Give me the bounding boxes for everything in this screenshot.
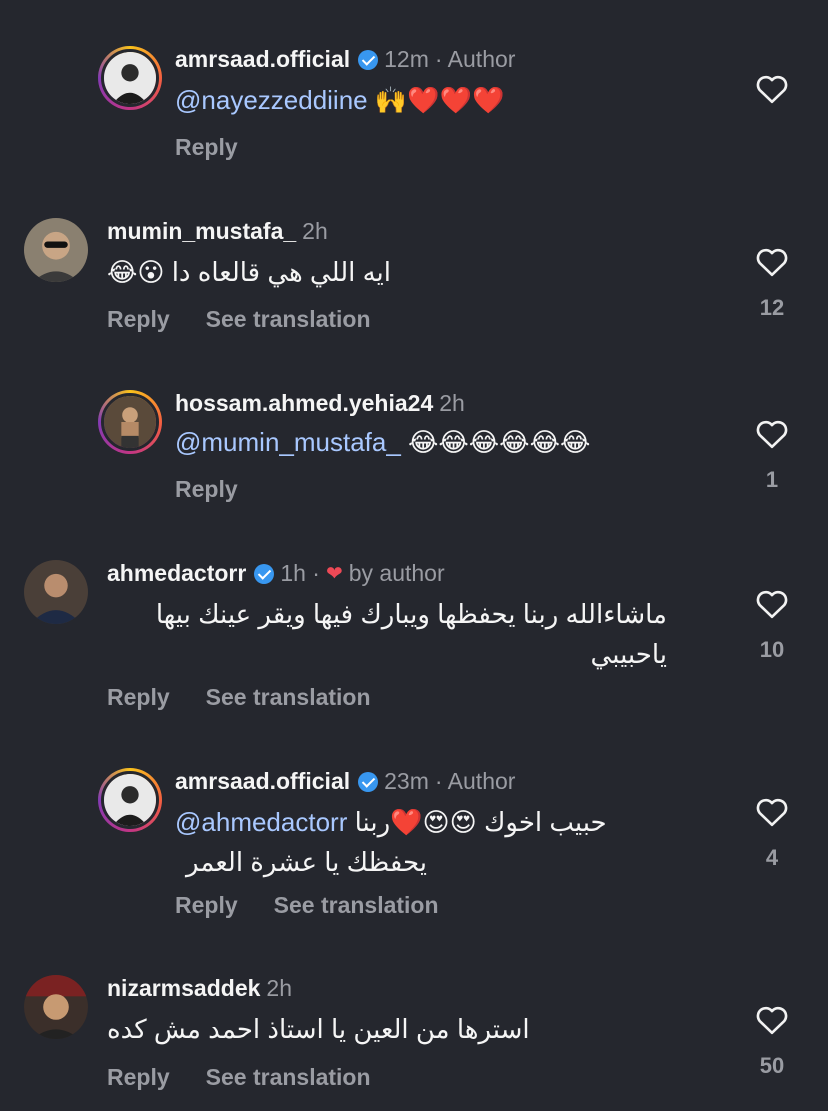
author-tag: · Author xyxy=(434,46,516,72)
heart-outline-icon xyxy=(756,75,788,104)
comment-text: @nayezzeddiine 🙌❤️❤️❤️ xyxy=(175,80,504,120)
comment-text: ماشاءالله ربنا يحفظها ويبارك فيها ويقر ع… xyxy=(107,594,667,674)
username[interactable]: amrsaad.official xyxy=(175,768,350,795)
comment-text: @ahmedactorr حبيب اخوك 😍😍❤️ربنا يحفظك يا… xyxy=(175,802,607,882)
reply-button[interactable]: Reply xyxy=(175,892,238,919)
see-translation-button[interactable]: See translation xyxy=(206,1064,371,1091)
see-translation-button[interactable]: See translation xyxy=(206,684,371,711)
author-tag: · Author xyxy=(434,768,516,794)
reply-button[interactable]: Reply xyxy=(107,306,170,333)
like-button[interactable] xyxy=(752,245,792,277)
like-count: 10 xyxy=(759,637,785,662)
avatar[interactable] xyxy=(24,218,88,282)
comment-text: ايه اللي هي قالعاه دا 😮😂 xyxy=(107,257,391,287)
verified-badge-icon xyxy=(358,49,379,70)
comment-line-2: ياحبيبي xyxy=(590,639,667,669)
liked-by-author: by author xyxy=(348,560,445,586)
reply-button[interactable]: Reply xyxy=(107,1064,170,1091)
heart-outline-icon xyxy=(756,590,788,619)
comment-line-1: ماشاءالله ربنا يحفظها ويبارك فيها ويقر ع… xyxy=(155,599,667,629)
username[interactable]: mumin_mustafa_ xyxy=(107,218,296,245)
timestamp: 2h xyxy=(266,975,292,1001)
avatar[interactable] xyxy=(24,975,88,1039)
comment-text: استرها من العين يا استاذ احمد مش كده xyxy=(107,1014,530,1044)
heart-outline-icon xyxy=(756,798,788,827)
like-button[interactable] xyxy=(752,417,792,449)
heart-outline-icon xyxy=(756,1006,788,1035)
username[interactable]: amrsaad.official xyxy=(175,46,350,73)
verified-badge-icon xyxy=(254,563,275,584)
like-button[interactable] xyxy=(752,587,792,619)
reply-button[interactable]: Reply xyxy=(175,134,238,161)
avatar[interactable] xyxy=(98,390,162,454)
avatar[interactable] xyxy=(24,560,88,624)
comment-line-1: حبيب اخوك 😍😍❤️ربنا xyxy=(354,807,607,837)
see-translation-button[interactable]: See translation xyxy=(274,892,439,919)
like-button[interactable] xyxy=(752,795,792,827)
username[interactable]: nizarmsaddek xyxy=(107,975,260,1002)
comment-text: @mumin_mustafa_ 😂😂😂😂😂😂 xyxy=(175,422,590,462)
avatar[interactable] xyxy=(98,46,162,110)
username[interactable]: ahmedactorr xyxy=(107,560,246,587)
like-count: 50 xyxy=(759,1053,785,1078)
reply-button[interactable]: Reply xyxy=(175,476,238,503)
username[interactable]: hossam.ahmed.yehia24 xyxy=(175,390,433,417)
author-heart-icon: ❤ xyxy=(325,563,343,585)
mention-link[interactable]: @ahmedactorr xyxy=(175,807,347,837)
like-button[interactable] xyxy=(752,72,792,104)
see-translation-button[interactable]: See translation xyxy=(206,306,371,333)
comment-body: 🙌❤️❤️❤️ xyxy=(374,85,505,115)
timestamp: 23m xyxy=(384,768,429,794)
heart-outline-icon xyxy=(756,248,788,277)
like-count: 1 xyxy=(765,467,779,492)
like-count: 4 xyxy=(765,845,779,870)
reply-button[interactable]: Reply xyxy=(107,684,170,711)
timestamp: 2h xyxy=(439,390,465,416)
comment-body: 😂😂😂😂😂😂 xyxy=(408,427,591,457)
timestamp: 2h xyxy=(302,218,328,244)
timestamp: 1h · xyxy=(280,560,320,586)
timestamp: 12m xyxy=(384,46,429,72)
like-button[interactable] xyxy=(752,1003,792,1035)
mention-link[interactable]: @nayezzeddiine xyxy=(175,85,368,115)
heart-outline-icon xyxy=(756,420,788,449)
avatar[interactable] xyxy=(98,768,162,832)
comment-line-2: يحفظك يا عشرة العمر xyxy=(186,847,427,877)
like-count: 12 xyxy=(759,295,785,320)
mention-link[interactable]: @mumin_mustafa_ xyxy=(175,427,401,457)
verified-badge-icon xyxy=(358,771,379,792)
